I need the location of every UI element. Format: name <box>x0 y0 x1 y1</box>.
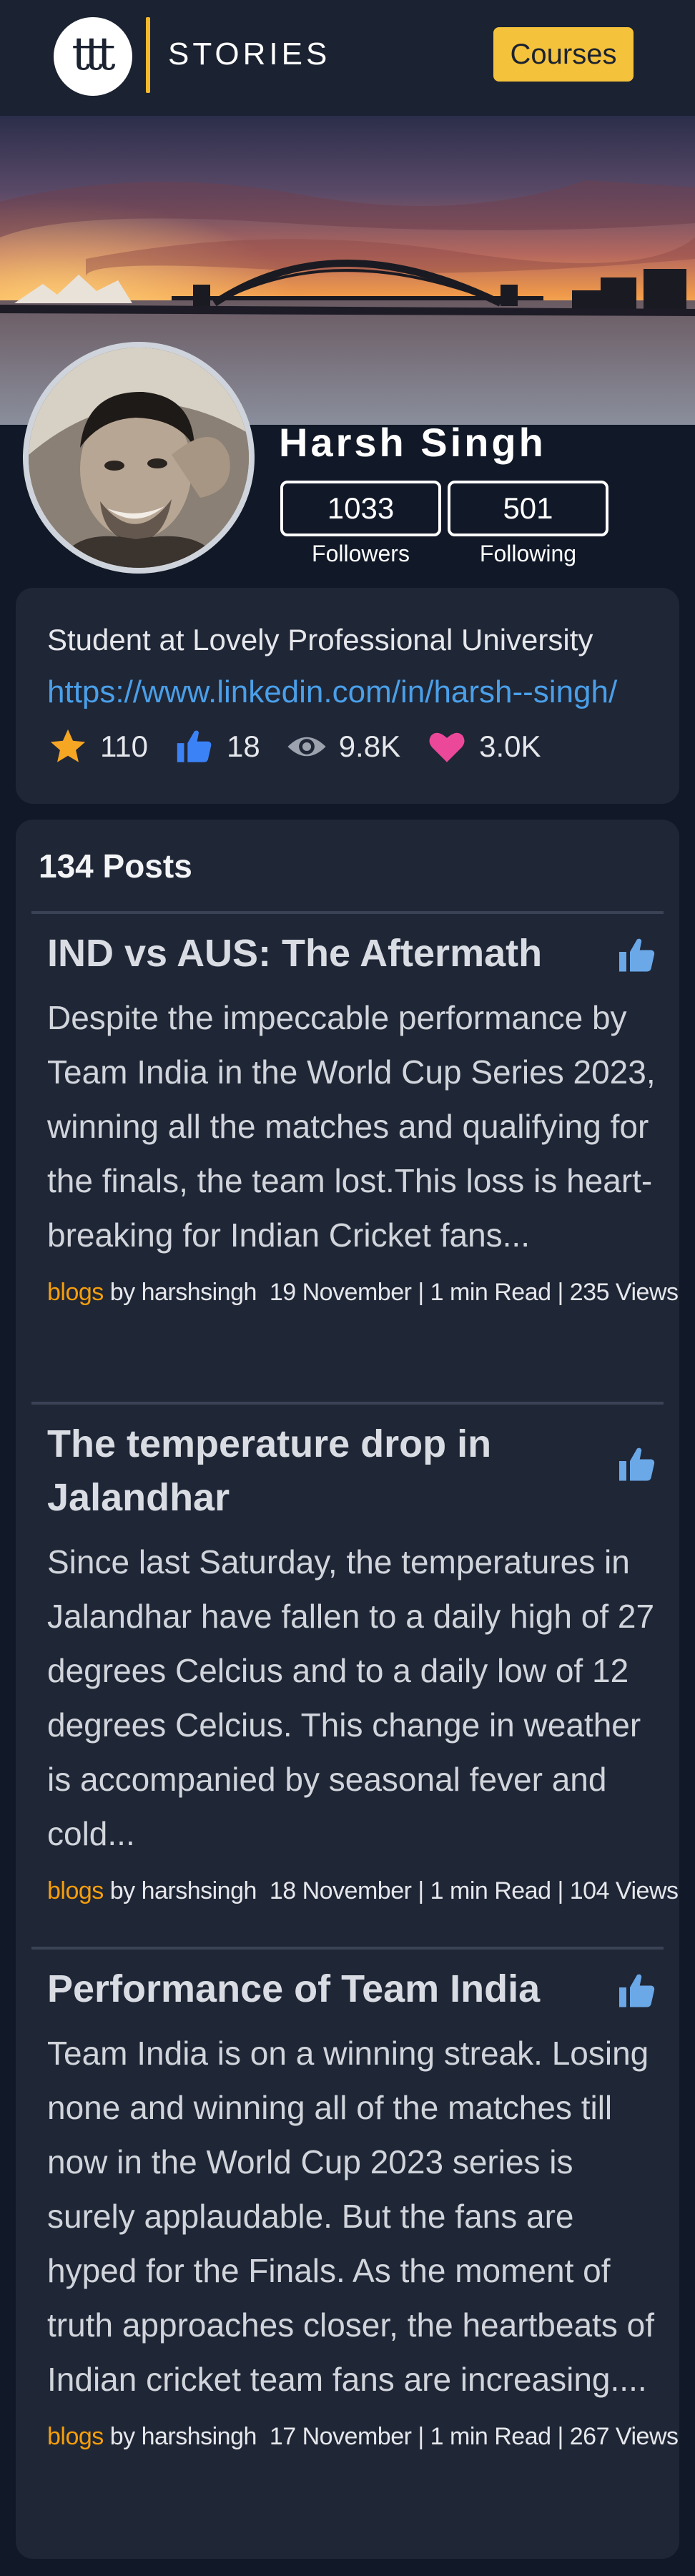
logo[interactable]: ttt <box>54 17 132 96</box>
post-details: 17 November | 1 min Read | 267 Views <box>269 2423 679 2450</box>
posts-card: 134 Posts IND vs AUS: The Aftermath Desp… <box>16 820 679 2559</box>
post-title[interactable]: Performance of Team India <box>47 1962 548 2016</box>
following-label: Following <box>479 541 577 566</box>
courses-button[interactable]: Courses <box>493 27 634 82</box>
avatar[interactable] <box>23 342 255 574</box>
post-details: 19 November | 1 min Read | 235 Views <box>269 1279 679 1306</box>
divider <box>31 1402 664 1405</box>
views-value: 9.8K <box>338 729 401 763</box>
post-category[interactable]: blogs <box>47 1279 104 1306</box>
divider <box>31 1947 664 1950</box>
thumbs-up-icon <box>177 730 212 762</box>
stat-hearts: 3.0K <box>426 726 541 767</box>
star-icon <box>50 729 86 762</box>
thumbs-up-icon[interactable] <box>612 934 662 977</box>
post-title[interactable]: IND vs AUS: The Aftermath <box>47 927 548 980</box>
thumbs-up-icon[interactable] <box>612 1443 662 1486</box>
post-details: 18 November | 1 min Read | 104 Views <box>269 1877 679 1904</box>
stat-views: 9.8K <box>286 726 400 767</box>
hearts-value: 3.0K <box>479 729 541 763</box>
eye-icon <box>287 737 326 757</box>
profile-stats: 110 18 9.8K 3.0K <box>47 724 567 770</box>
post-excerpt: Since last Saturday, the temperatures in… <box>47 1543 655 1852</box>
post-meta: blogs by harshsingh 19 November | 1 min … <box>47 1275 679 1309</box>
posts-count: 134 Posts <box>39 847 192 885</box>
profile-name: Harsh Singh <box>279 420 546 465</box>
followers-count[interactable]: 1033 <box>280 481 441 536</box>
post-excerpt: Despite the impeccable performance by Te… <box>47 999 656 1254</box>
post-author: by harshsingh <box>103 2423 257 2450</box>
bio-text: Student at Lovely Professional Universit… <box>47 623 593 657</box>
following-count[interactable]: 501 <box>448 481 608 536</box>
site-header: ttt STORIES Courses <box>0 0 695 116</box>
post-excerpt: Team India is on a winning streak. Losin… <box>47 2035 654 2398</box>
logo-text[interactable]: STORIES <box>168 34 330 74</box>
followers-label: Followers <box>312 541 410 566</box>
post-author: by harshsingh <box>103 1877 257 1904</box>
post-category[interactable]: blogs <box>47 2423 104 2450</box>
stat-stars: 110 <box>47 726 148 767</box>
likes-value: 18 <box>226 729 260 763</box>
post-author: by harshsingh <box>103 1279 257 1306</box>
post-card[interactable]: IND vs AUS: The Aftermath Despite the im… <box>47 927 679 1309</box>
stars-value: 110 <box>100 729 148 763</box>
post-meta: blogs by harshsingh 17 November | 1 min … <box>47 2419 679 2454</box>
post-category[interactable]: blogs <box>47 1877 104 1904</box>
linkedin-link[interactable]: https://www.linkedin.com/in/harsh--singh… <box>47 672 617 712</box>
post-title[interactable]: The temperature drop in Jalandhar <box>47 1417 548 1525</box>
logo-mark: ttt <box>72 28 115 81</box>
thumbs-up-icon[interactable] <box>612 1970 662 2012</box>
post-meta: blogs by harshsingh 18 November | 1 min … <box>47 1874 679 1908</box>
post-card[interactable]: Performance of Team India Team India is … <box>47 1962 679 2454</box>
logo-divider <box>146 17 150 93</box>
stat-likes: 18 <box>174 726 260 767</box>
post-card[interactable]: The temperature drop in Jalandhar Since … <box>47 1417 679 1908</box>
heart-icon <box>429 732 465 762</box>
profile-info-card: Student at Lovely Professional Universit… <box>16 588 679 804</box>
divider <box>31 911 664 914</box>
